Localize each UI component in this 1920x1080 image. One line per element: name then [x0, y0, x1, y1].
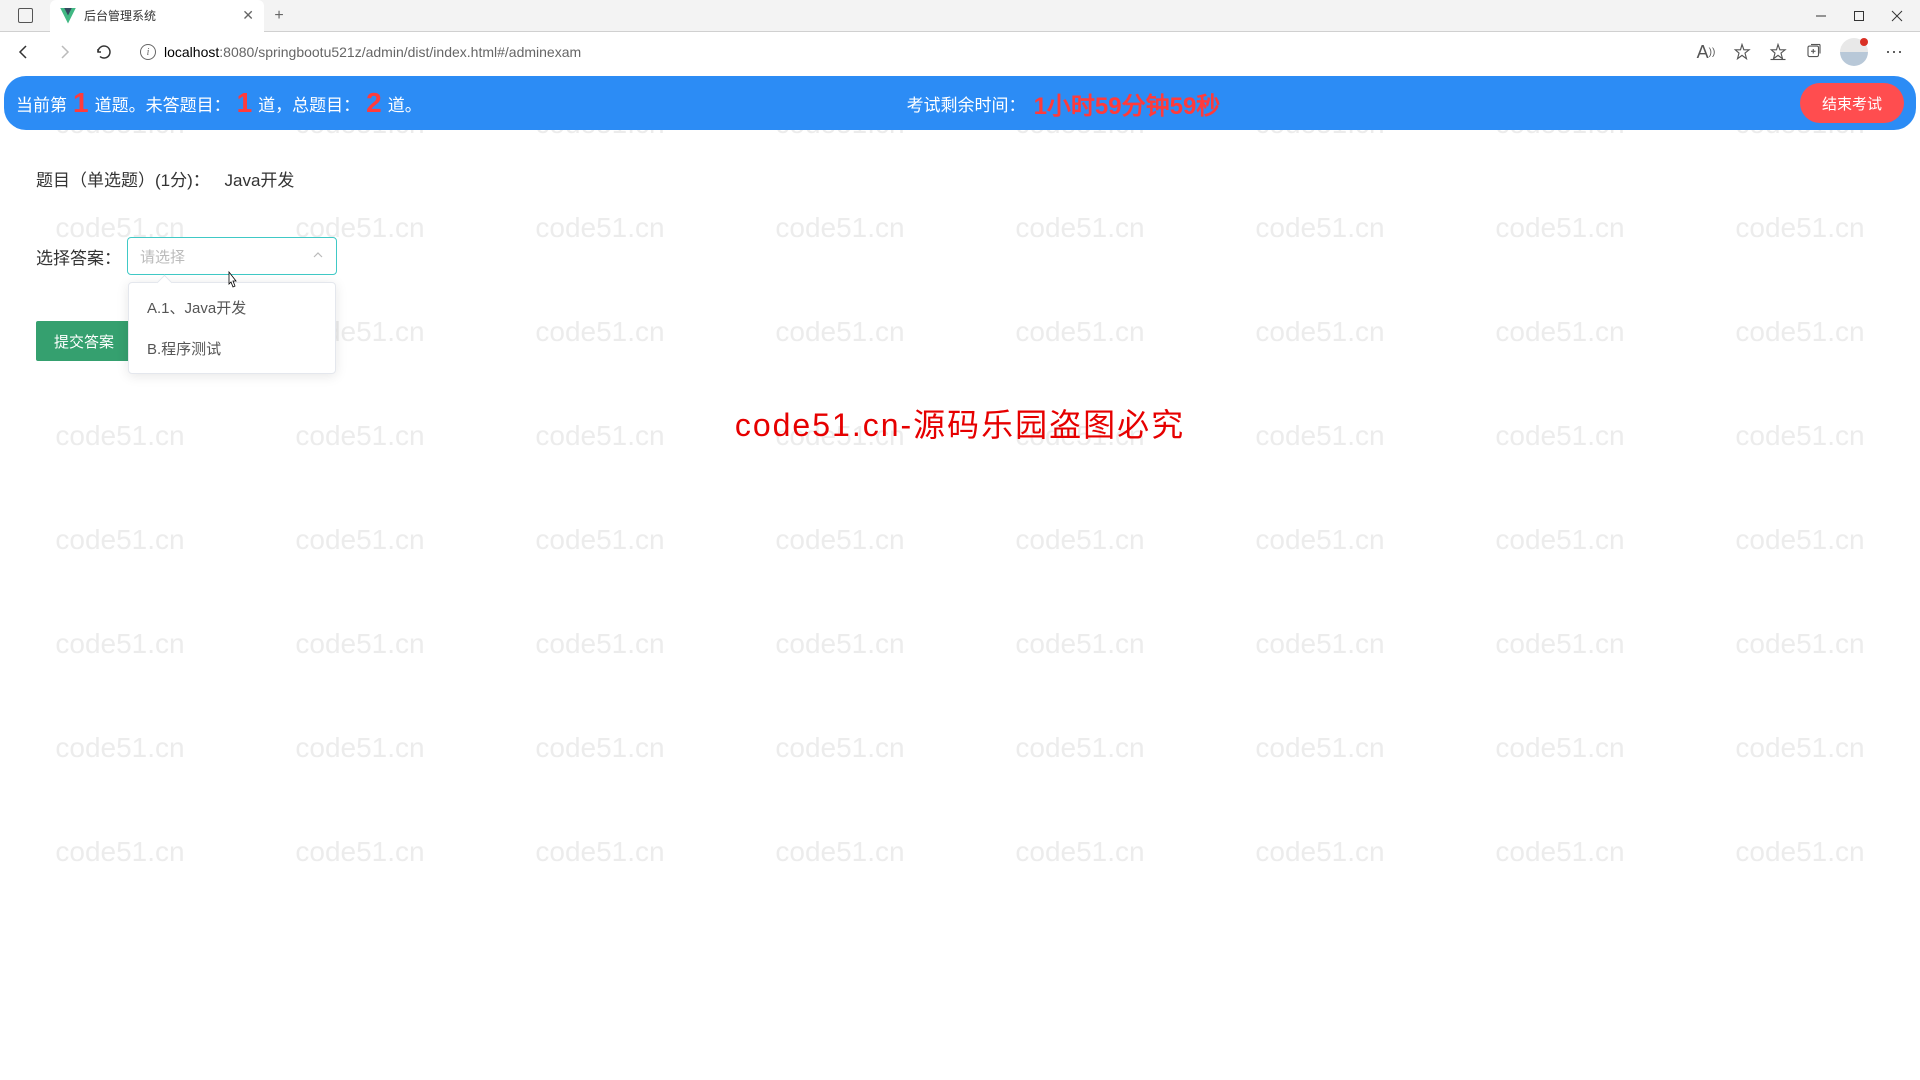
answer-dropdown: A.1、Java开发 B.程序测试	[128, 282, 336, 374]
answer-select[interactable]: 请选择 A.1、Java开发 B.程序测试	[127, 237, 337, 275]
current-question-number: 1	[69, 87, 93, 119]
minimize-button[interactable]	[1814, 9, 1828, 23]
dropdown-option-a[interactable]: A.1、Java开发	[129, 287, 335, 328]
back-button[interactable]	[8, 36, 40, 68]
tab-title: 后台管理系统	[84, 7, 234, 24]
tab-close-icon[interactable]: ✕	[242, 7, 254, 24]
forward-button[interactable]	[48, 36, 80, 68]
copyright-watermark: code51.cn-源码乐园盗图必究	[0, 400, 1920, 446]
select-placeholder: 请选择	[140, 246, 312, 267]
exam-status-bar: 当前第 1 道题。未答题目： 1 道，总题目： 2 道。 考试剩余时间： 1小时…	[4, 76, 1916, 130]
question-text: 题目（单选题）(1分)： Java开发	[36, 166, 1884, 191]
close-window-button[interactable]	[1890, 9, 1904, 23]
new-tab-button[interactable]: +	[264, 1, 294, 31]
total-questions: 2	[362, 87, 386, 119]
browser-toolbar: i localhost:8080/springbootu521z/admin/d…	[0, 32, 1920, 72]
url-text: localhost:8080/springbootu521z/admin/dis…	[164, 44, 581, 60]
site-info-icon[interactable]: i	[140, 44, 156, 60]
unanswered-count: 1	[233, 87, 257, 119]
star-outline-icon[interactable]	[1732, 42, 1752, 62]
exam-content: 题目（单选题）(1分)： Java开发 选择答案： 请选择 A.1、Java开发…	[0, 130, 1920, 361]
answer-label: 选择答案：	[36, 244, 121, 269]
more-menu-icon[interactable]: ⋯	[1884, 42, 1904, 62]
browser-tab[interactable]: 后台管理系统 ✕	[50, 0, 264, 32]
question-progress: 当前第 1 道题。未答题目： 1 道，总题目： 2 道。	[16, 87, 422, 119]
tab-overview-icon	[18, 8, 33, 23]
exam-timer: 考试剩余时间： 1小时59分钟59秒	[907, 86, 1221, 121]
vue-favicon-icon	[60, 8, 76, 24]
tab-overview-button[interactable]	[0, 0, 50, 32]
read-aloud-icon[interactable]: A))	[1696, 42, 1716, 62]
collections-icon[interactable]	[1804, 42, 1824, 62]
favorites-icon[interactable]	[1768, 42, 1788, 62]
address-bar[interactable]: i localhost:8080/springbootu521z/admin/d…	[128, 36, 1680, 68]
end-exam-button[interactable]: 结束考试	[1800, 83, 1904, 123]
browser-tab-strip: 后台管理系统 ✕ +	[0, 0, 1920, 32]
submit-answer-button[interactable]: 提交答案	[36, 321, 132, 361]
maximize-button[interactable]	[1852, 9, 1866, 23]
timer-value: 1小时59分钟59秒	[1034, 86, 1221, 121]
chevron-up-icon	[312, 249, 324, 264]
profile-avatar[interactable]	[1840, 38, 1868, 66]
window-controls	[1814, 9, 1920, 23]
dropdown-option-b[interactable]: B.程序测试	[129, 328, 335, 369]
refresh-button[interactable]	[88, 36, 120, 68]
